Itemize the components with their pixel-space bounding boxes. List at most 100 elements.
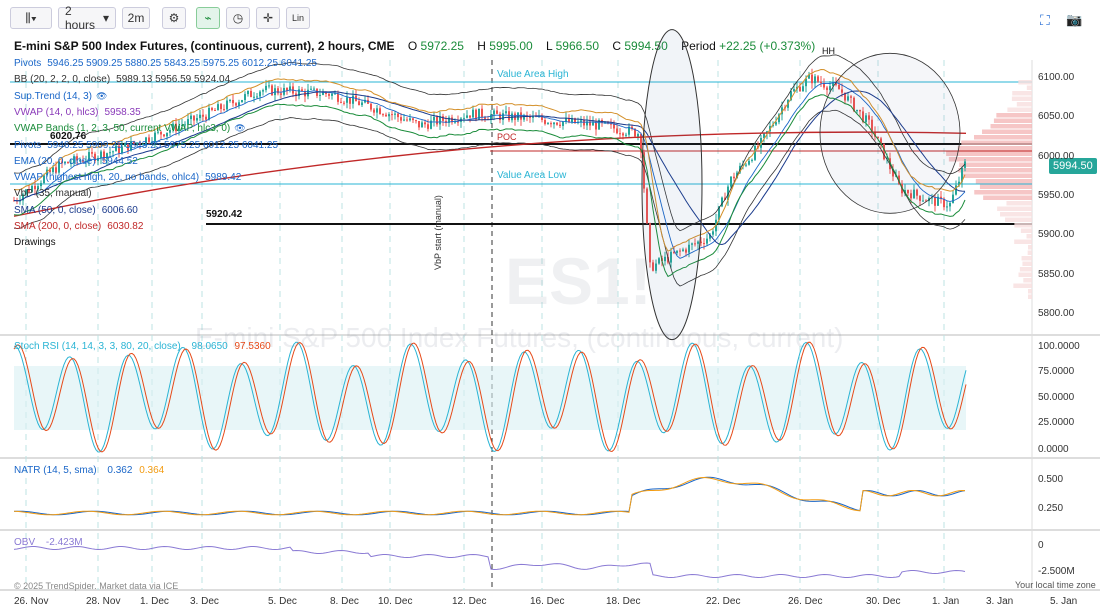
copyright-text: © 2025 TrendSpider. Market data via ICE [14, 581, 178, 591]
legend-row[interactable]: SMA (200, 0, close) 6030.82 [14, 221, 143, 232]
date-label: 1. Jan [932, 596, 959, 607]
date-label: 12. Dec [452, 596, 486, 607]
candle-body [703, 243, 705, 244]
candle-body [946, 206, 948, 207]
volume-profile-bar [961, 141, 1032, 146]
legend-row[interactable]: VWAP (highest high, 20, no bands, ohlc4)… [14, 172, 241, 183]
axis-label: 75.0000 [1038, 366, 1074, 377]
candle-body [550, 123, 552, 124]
volume-profile-bar [1012, 97, 1032, 102]
obv-line [14, 547, 965, 578]
legend-row[interactable]: VWAP (14, 0, hlc3) 5958.35 [14, 107, 141, 118]
candle-body [637, 134, 639, 136]
date-label: 26. Nov [14, 596, 48, 607]
natr-signal-line [14, 478, 965, 515]
natr-value-b: 0.364 [139, 465, 164, 476]
volume-profile-bar [974, 190, 1032, 195]
legend-row[interactable]: SMA (50, 0, close) 6006.60 [14, 205, 138, 216]
candle-body [493, 110, 495, 114]
candle-body [397, 114, 399, 117]
eye-icon[interactable]: 👁 [234, 123, 245, 133]
candle-body [349, 97, 351, 104]
candle-body [268, 85, 270, 86]
candle-body [412, 118, 414, 120]
volume-profile-bar [983, 196, 1032, 201]
candle-body [406, 120, 408, 121]
candle-body [595, 122, 597, 129]
timezone-label[interactable]: Your local time zone [1015, 580, 1096, 590]
date-label: 18. Dec [606, 596, 640, 607]
candle-body [385, 115, 387, 117]
candle-body [277, 88, 279, 93]
stoch-band [14, 366, 966, 430]
candle-body [457, 122, 459, 123]
candle-body [220, 104, 222, 109]
legend-row[interactable]: Sup.Trend (14, 3) 👁 [14, 91, 107, 102]
candle-body [949, 203, 951, 206]
candle-body [799, 87, 801, 91]
candle-body [472, 110, 474, 118]
obv-legend: OBV -2.423M [14, 537, 83, 548]
volume-profile-bar [1019, 273, 1032, 278]
candle-body [250, 91, 252, 97]
legend-row[interactable]: Drawings [14, 237, 56, 248]
candle-body [466, 115, 468, 117]
volume-profile-bar [959, 163, 1032, 168]
candle-body [388, 114, 390, 116]
volume-profile-bar [1006, 201, 1032, 206]
candle-body [418, 121, 420, 127]
candle-body [379, 108, 381, 114]
candle-body [328, 94, 330, 96]
legend-row[interactable]: VbP (35, manual) [14, 188, 92, 199]
watermark-subtitle: E-mini S&P 500 Index Futures, (continuou… [195, 322, 843, 354]
volume-profile-bar [982, 130, 1032, 135]
channel-ellipse [820, 53, 960, 213]
candle-body [253, 97, 255, 98]
date-label: 8. Dec [330, 596, 359, 607]
volume-profile-bar [1007, 108, 1032, 113]
candle-body [373, 110, 375, 113]
candle-body [934, 197, 936, 205]
volume-profile-bar [1005, 218, 1032, 223]
candle-body [502, 113, 504, 120]
candle-body [952, 195, 954, 203]
axis-label: 0.0000 [1038, 444, 1069, 455]
chart-app: { "toolbar":{"interval":"2 hours","inter… [0, 0, 1100, 608]
candle-body [91, 152, 93, 154]
candle-body [376, 108, 378, 112]
volume-profile-bar [1028, 289, 1032, 294]
candle-body [223, 109, 225, 110]
axis-label: 5900.00 [1038, 229, 1074, 240]
candle-body [829, 86, 831, 90]
axis-label: 6000.00 [1038, 151, 1074, 162]
candle-body [817, 76, 819, 81]
candle-body [238, 102, 240, 105]
candle-body [193, 116, 195, 121]
candle-body [547, 123, 549, 124]
candle-body [496, 110, 498, 113]
eye-icon[interactable]: 👁 [96, 91, 107, 101]
volume-profile-bar [963, 174, 1032, 179]
candle-body [340, 102, 342, 103]
legend-row[interactable]: VWAP Bands (1, 2, 3, 50, current VWAP, h… [14, 123, 246, 134]
candle-body [226, 101, 228, 110]
candle-body [202, 115, 204, 117]
volume-profile-bar [1028, 251, 1032, 256]
candle-body [745, 165, 747, 166]
candle-body [748, 161, 750, 165]
candle-body [163, 134, 165, 136]
natr-value-a: 0.362 [107, 465, 132, 476]
candle-body [469, 115, 471, 117]
legend-row[interactable]: Pivots 5946.25 5909.25 5880.25 5843.25 59… [14, 58, 317, 69]
candle-body [733, 177, 735, 179]
hh-label: HH [822, 46, 835, 56]
volume-profile-bar [994, 119, 1032, 124]
candle-body [730, 177, 732, 187]
candle-body [190, 116, 192, 119]
legend-row[interactable]: BB (20, 2, 2, 0, close) 5989.13 5956.59 5… [14, 74, 230, 85]
date-label: 16. Dec [530, 596, 564, 607]
volume-profile-bar [1028, 295, 1032, 300]
candle-body [346, 97, 348, 102]
candle-body [625, 135, 627, 136]
legend-row[interactable]: EMA (20, 0, close) 5944.52 [14, 156, 138, 167]
